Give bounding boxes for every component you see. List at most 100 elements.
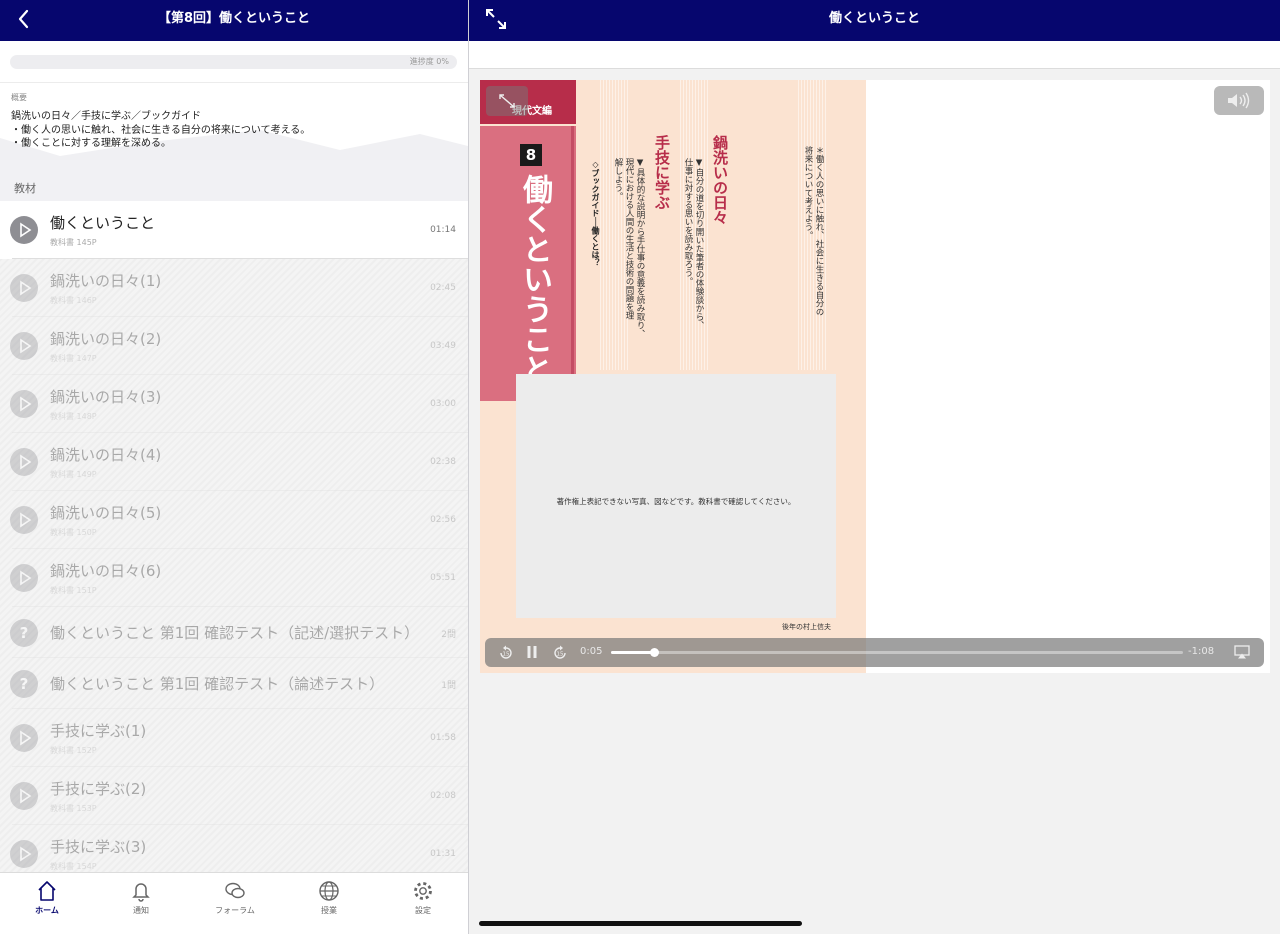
list-item-duration: 03:49 xyxy=(430,340,456,351)
play-icon xyxy=(10,274,38,302)
bell-icon xyxy=(132,883,150,902)
list-item-page: 教科書 146P xyxy=(50,296,97,305)
tab-bell[interactable]: 通知 xyxy=(94,877,188,921)
list-item[interactable]: 働くということ教科書 145P 01:14 xyxy=(0,201,468,259)
home-icon xyxy=(38,881,56,901)
list-item-title: 鍋洗いの日々(2) xyxy=(50,330,162,348)
list-item-page: 教科書 150P xyxy=(50,528,97,537)
chapter-number: 8 xyxy=(520,144,542,166)
speaker-icon xyxy=(1228,92,1250,109)
photo-credit: 後年の村上信夫 xyxy=(782,623,831,631)
svg-text:15: 15 xyxy=(503,652,510,658)
textbook-page: 現代文編 8 働くということ ＊働く人の思いに触れ、社会に生きる自分の 将来につ… xyxy=(480,80,866,673)
globe-icon xyxy=(319,881,339,901)
tab-label: 授業 xyxy=(321,906,337,915)
list-item[interactable]: 鍋洗いの日々(5) 教科書 150P 02:56 xyxy=(0,491,468,549)
list-item-page: 教科書 149P xyxy=(50,470,97,479)
list-item[interactable]: 手技に学ぶ(2) 教科書 153P 02:08 xyxy=(0,767,468,825)
list-item-title: 鍋洗いの日々(6) xyxy=(50,562,162,580)
svg-text:15: 15 xyxy=(557,652,564,658)
learning-goal: ＊働く人の思いに触れ、社会に生きる自分の 将来について考えよう。 xyxy=(803,146,824,316)
collapse-overlay-icon[interactable] xyxy=(486,86,528,116)
app-root: 【第8回】働くということ 進捗度 0% 概要 鍋洗いの日々／手技に学ぶ／ブックガ… xyxy=(0,0,1280,934)
tab-chat[interactable]: フォーラム xyxy=(188,877,282,921)
play-icon xyxy=(10,564,38,592)
placeholder-note: 著作権上表記できない写真、図などです。教科書で確認してください。 xyxy=(556,497,796,506)
list-item-duration: 02:45 xyxy=(430,282,456,293)
summary-heading: 概要 xyxy=(11,93,27,102)
tab-label: 通知 xyxy=(133,906,149,915)
tab-globe[interactable]: 授業 xyxy=(282,877,376,921)
list-item-page: 教科書 151P xyxy=(50,586,97,595)
question-icon: ? xyxy=(10,669,38,698)
section1-title: 鍋洗いの日々 xyxy=(711,135,729,225)
list-item[interactable]: 手技に学ぶ(1) 教科書 152P 01:58 xyxy=(0,709,468,767)
play-icon xyxy=(10,332,38,360)
volume-button[interactable] xyxy=(1214,86,1264,115)
list-item-title: 鍋洗いの日々(3) xyxy=(50,388,162,406)
list-item[interactable]: 鍋洗いの日々(6) 教科書 151P 05:51 xyxy=(0,549,468,607)
pause-icon[interactable] xyxy=(525,645,539,659)
tab-gear[interactable]: 設定 xyxy=(376,877,470,921)
list-item[interactable]: 鍋洗いの日々(3) 教科書 148P 03:00 xyxy=(0,375,468,433)
list-item-page: 教科書 147P xyxy=(50,354,97,363)
section1-text: ▼自分の道を切り開いた筆者の体験談から、 仕事に対する思いを読み取ろう。 xyxy=(683,158,704,330)
list-item-duration: 2問 xyxy=(441,630,456,640)
list-item-title: 働くということ 第1回 確認テスト（論述テスト） xyxy=(50,675,385,693)
skip-back-15-icon[interactable]: 15 xyxy=(497,644,515,662)
list-item[interactable]: 鍋洗いの日々(1) 教科書 146P 02:45 xyxy=(0,259,468,317)
list-item[interactable]: 鍋洗いの日々(4) 教科書 149P 02:38 xyxy=(0,433,468,491)
list-item-title: 手技に学ぶ(1) xyxy=(50,722,147,740)
list-item-title: 働くということ xyxy=(50,214,156,232)
chapter-banner: 8 働くということ xyxy=(480,126,576,401)
tab-label: ホーム xyxy=(35,906,59,915)
list-item-duration: 1問 xyxy=(441,681,456,691)
play-icon xyxy=(10,782,38,810)
list-item-title: 鍋洗いの日々(5) xyxy=(50,504,162,522)
list-item-duration: 01:14 xyxy=(430,224,456,235)
progress-section: 進捗度 0% xyxy=(0,41,468,83)
skip-forward-15-icon[interactable]: 15 xyxy=(551,644,569,662)
list-item-title: 鍋洗いの日々(4) xyxy=(50,446,162,464)
list-item-page: 教科書 148P xyxy=(50,412,97,421)
list-item-duration: 01:58 xyxy=(430,732,456,743)
summary-body: 鍋洗いの日々／手技に学ぶ／ブックガイド ・働く人の思いに触れ、社会に生きる自分の… xyxy=(11,111,311,149)
summary-section: 概要 鍋洗いの日々／手技に学ぶ／ブックガイド ・働く人の思いに触れ、社会に生きる… xyxy=(0,84,468,160)
play-icon xyxy=(10,724,38,752)
materials-section-header: 教材 xyxy=(0,160,468,201)
play-icon xyxy=(10,840,38,868)
book-guide: ◇ブックガイド──働くとは？ xyxy=(591,160,600,267)
list-item[interactable]: 鍋洗いの日々(2) 教科書 147P 03:49 xyxy=(0,317,468,375)
airplay-icon[interactable] xyxy=(1234,645,1250,659)
chat-icon xyxy=(225,882,245,899)
remaining-time: -1:08 xyxy=(1188,646,1215,657)
right-navigation-bar: 働くということ xyxy=(469,0,1280,41)
play-icon xyxy=(10,390,38,418)
question-icon: ? xyxy=(10,618,38,647)
list-item-duration: 02:08 xyxy=(430,790,456,801)
video-player[interactable]: 現代文編 8 働くということ ＊働く人の思いに触れ、社会に生きる自分の 将来につ… xyxy=(480,80,1270,673)
seek-played xyxy=(611,651,654,654)
seek-bar[interactable] xyxy=(611,648,1183,657)
back-chevron-icon[interactable] xyxy=(12,6,36,32)
tab-home[interactable]: ホーム xyxy=(0,877,94,921)
list-item[interactable]: ? 働くということ 第1回 確認テスト（論述テスト） 1問 xyxy=(0,658,468,709)
list-item-page: 教科書 154P xyxy=(50,862,97,871)
list-item[interactable]: ? 働くということ 第1回 確認テスト（記述/選択テスト） 2問 xyxy=(0,607,468,658)
materials-list: 働くということ 教科書 145P 01:14 鍋洗いの日々(1) 教科書 146P 02:… xyxy=(0,201,468,872)
list-item-title: 働くということ 第1回 確認テスト（記述/選択テスト） xyxy=(50,624,420,642)
list-item-page: 教科書 145P xyxy=(50,238,97,247)
elapsed-time: 0:05 xyxy=(580,646,603,657)
progress-label: 進捗度 0% xyxy=(409,57,449,66)
list-item-duration: 05:51 xyxy=(430,572,456,583)
list-item[interactable]: 手技に学ぶ(3) 教科書 154P 01:31 xyxy=(0,825,468,872)
right-subheader xyxy=(469,41,1280,69)
seek-knob[interactable] xyxy=(649,648,659,657)
tab-bar: ホーム 通知 フォーラム 授業 設定 xyxy=(0,872,468,934)
list-item-duration: 01:31 xyxy=(430,848,456,859)
list-item-page: 教科書 153P xyxy=(50,804,97,813)
progress-bar: 進捗度 0% xyxy=(10,55,457,69)
tab-label: フォーラム xyxy=(215,906,255,915)
play-icon xyxy=(10,448,38,476)
lesson-panel: 【第8回】働くということ 進捗度 0% 概要 鍋洗いの日々／手技に学ぶ／ブックガ… xyxy=(0,0,468,934)
